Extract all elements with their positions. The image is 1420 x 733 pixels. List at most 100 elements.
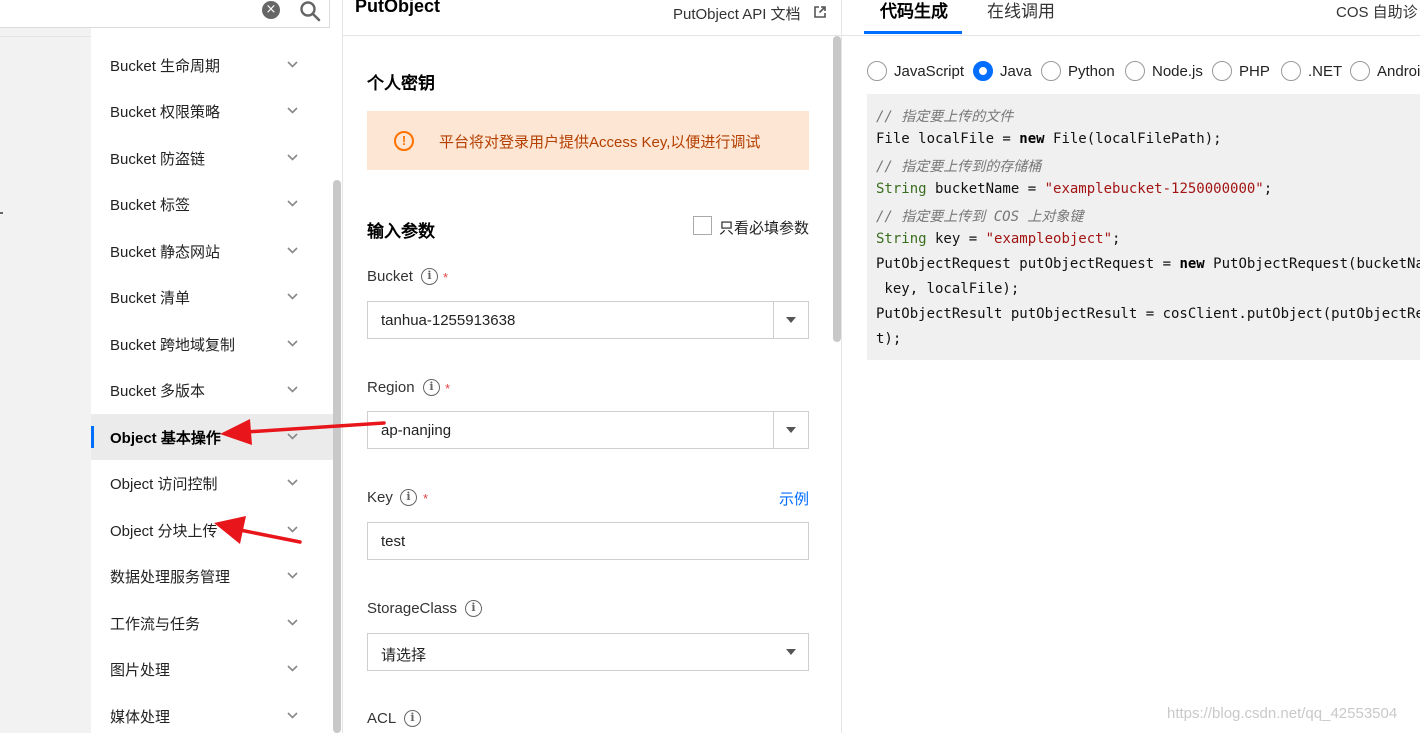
dropdown-caret-icon[interactable] <box>786 649 796 655</box>
panel-header: 代码生成 在线调用 COS 自助诊 <box>842 0 1420 36</box>
sidebar-item-label: 图片处理 <box>110 661 171 679</box>
sidebar-item-label: Bucket 权限策略 <box>110 103 221 121</box>
radio-circle[interactable] <box>1350 61 1370 81</box>
sidebar-item-object-multipart[interactable]: Object 分块上传 <box>91 507 333 553</box>
code-comment: // 指定要上传到的存储桶 <box>876 159 1042 175</box>
radio-circle[interactable] <box>1281 61 1301 81</box>
info-icon[interactable]: i <box>404 710 421 727</box>
code-line: String key = "exampleobject"; <box>876 231 1120 247</box>
storage-class-label: StorageClass <box>367 600 458 617</box>
alert-text: 平台将对登录用户提供Access Key,以便进行调试 <box>439 134 761 151</box>
info-icon[interactable]: i <box>421 268 438 285</box>
sidebar-item-label: 媒体处理 <box>110 708 171 726</box>
code-type: String <box>876 181 927 197</box>
sidebar-item-label: Bucket 静态网站 <box>110 243 221 261</box>
search-bar[interactable]: × <box>0 0 330 28</box>
radio-circle[interactable] <box>973 61 993 81</box>
code-text: key, localFile); <box>876 281 1020 297</box>
search-icon[interactable] <box>299 0 321 22</box>
code-comment: // 指定要上传到 COS 上对象键 <box>876 209 1084 225</box>
tab-code-generation[interactable]: 代码生成 <box>880 0 948 22</box>
chevron-down-icon <box>287 712 298 719</box>
radio-circle[interactable] <box>1125 61 1145 81</box>
info-icon[interactable]: i <box>465 600 482 617</box>
dropdown-caret-icon[interactable] <box>786 317 796 323</box>
radio-circle[interactable] <box>1041 61 1061 81</box>
region-select[interactable]: ap-nanjing <box>367 411 809 449</box>
sidebar-item-data-processing[interactable]: 数据处理服务管理 <box>91 553 333 599</box>
code-keyword: new <box>1179 256 1205 272</box>
required-mark: * <box>443 270 449 285</box>
chevron-down-icon <box>287 107 298 114</box>
sidebar-item-media-processing[interactable]: 媒体处理 <box>91 693 333 733</box>
bucket-select[interactable]: tanhua-1255913638 <box>367 301 809 339</box>
code-line: PutObjectResult putObjectResult = cosCli… <box>876 306 1420 322</box>
radio-circle[interactable] <box>867 61 887 81</box>
radio-circle[interactable] <box>1212 61 1232 81</box>
code-keyword: new <box>1019 131 1045 147</box>
external-link-icon[interactable] <box>813 5 827 19</box>
active-indicator <box>91 426 94 448</box>
radio-label: PHP <box>1239 63 1270 80</box>
code-text: File localFile = <box>876 131 1020 147</box>
sidebar-item-bucket-tagging[interactable]: Bucket 标签 <box>91 181 333 227</box>
bucket-value: tanhua-1255913638 <box>381 312 516 329</box>
code-string: "exampleobject" <box>985 231 1113 247</box>
api-doc-link[interactable]: PutObject API 文档 <box>673 3 801 24</box>
key-value: test <box>381 533 406 550</box>
sidebar-scrollbar[interactable] <box>333 180 341 733</box>
sidebar-item-label: 工作流与任务 <box>110 615 201 633</box>
panel-scrollbar[interactable] <box>833 36 841 342</box>
sidebar-item-bucket-policy[interactable]: Bucket 权限策略 <box>91 88 333 134</box>
info-icon[interactable]: i <box>423 379 440 396</box>
radio-label: Node.js <box>1152 63 1203 80</box>
clear-icon[interactable]: × <box>262 1 280 19</box>
code-text: ; <box>1112 231 1121 247</box>
tab-online-call[interactable]: 在线调用 <box>987 0 1055 22</box>
code-line: // 指定要上传的文件 <box>876 106 1013 126</box>
code-string: "examplebucket-1250000000" <box>1044 181 1264 197</box>
select-separator <box>773 302 774 338</box>
chevron-down-icon <box>287 433 298 440</box>
sidebar-item-object-basic[interactable]: Object 基本操作 <box>91 414 333 460</box>
sidebar-item-bucket-inventory[interactable]: Bucket 清单 <box>91 274 333 320</box>
watermark: https://blog.csdn.net/qq_42553504 <box>1167 705 1398 722</box>
sidebar-item-label: Object 分块上传 <box>110 522 218 540</box>
chevron-down-icon <box>287 61 298 68</box>
sidebar-item-bucket-referer[interactable]: Bucket 防盗链 <box>91 135 333 181</box>
key-input[interactable]: test <box>367 522 809 560</box>
dropdown-caret-icon[interactable] <box>786 427 796 433</box>
chevron-down-icon <box>287 526 298 533</box>
secret-section-title: 个人密钥 <box>367 74 435 93</box>
radio-label: Androi <box>1377 63 1420 80</box>
sidebar-item-bucket-versioning[interactable]: Bucket 多版本 <box>91 367 333 413</box>
divider <box>0 36 91 37</box>
sidebar-item-workflow[interactable]: 工作流与任务 <box>91 600 333 646</box>
chevron-down-icon <box>287 247 298 254</box>
info-icon[interactable]: i <box>400 489 417 506</box>
code-block[interactable]: // 指定要上传的文件 File localFile = new File(lo… <box>867 94 1420 360</box>
sidebar-item-label: Bucket 清单 <box>110 289 191 307</box>
sidebar-item-image-processing[interactable]: 图片处理 <box>91 646 333 692</box>
storage-class-select[interactable]: 请选择 <box>367 633 809 671</box>
info-alert: ! 平台将对登录用户提供Access Key,以便进行调试 <box>367 111 809 170</box>
sidebar-item-label: Bucket 多版本 <box>110 382 206 400</box>
checkbox-label: 只看必填参数 <box>719 220 810 237</box>
code-text: File(localFilePath); <box>1044 131 1222 147</box>
required-only-checkbox[interactable]: 只看必填参数 <box>693 216 813 238</box>
sidebar-item-bucket-website[interactable]: Bucket 静态网站 <box>91 228 333 274</box>
panel-header: PutObject PutObject API 文档 <box>343 0 841 36</box>
sidebar-item-bucket-replication[interactable]: Bucket 跨地域复制 <box>91 321 333 367</box>
sidebar-item-object-acl[interactable]: Object 访问控制 <box>91 460 333 506</box>
example-link[interactable]: 示例 <box>779 488 809 509</box>
checkbox-box[interactable] <box>693 216 712 235</box>
chevron-down-icon <box>287 154 298 161</box>
code-text: PutObjectResult putObjectResult = cosCli… <box>876 306 1420 322</box>
left-rail <box>0 0 91 733</box>
code-type: String <box>876 231 927 247</box>
sidebar-item-bucket-lifecycle[interactable]: Bucket 生命周期 <box>91 42 333 88</box>
sidebar-item-label: Bucket 标签 <box>110 196 191 214</box>
cos-diagnosis-link[interactable]: COS 自助诊 <box>1336 1 1418 22</box>
sidebar-nav: Bucket 生命周期 Bucket 权限策略 Bucket 防盗链 Bucke… <box>91 37 333 733</box>
radio-label: Java <box>1000 63 1032 80</box>
